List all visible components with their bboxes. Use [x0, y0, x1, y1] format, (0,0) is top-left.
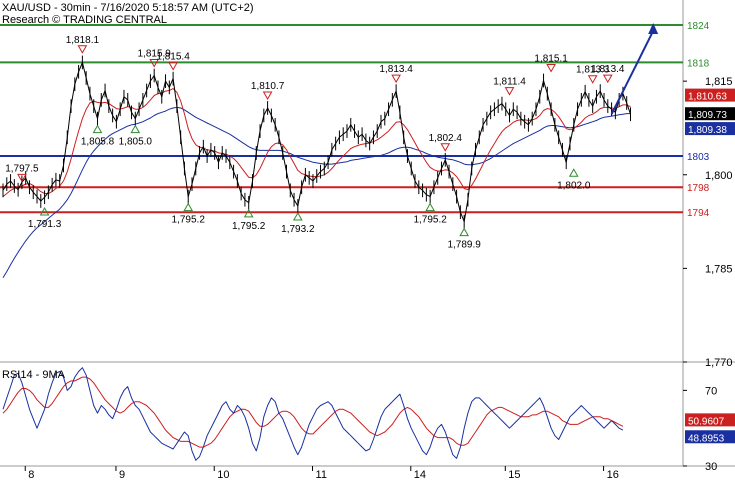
chart-credit: Research © TRADING CENTRAL — [2, 14, 167, 26]
swing-low-label: 1,805.0 — [119, 137, 153, 148]
rsi-last-value-label: 50.9607 — [688, 416, 725, 427]
swing-low-label: 1,795.2 — [413, 215, 447, 226]
trading-chart: 1824 1818 1803 1798 1794 1,797.5 1,791.3 1,818… — [0, 0, 735, 480]
rsi-label: RSI14 - 9MA — [2, 369, 66, 381]
price-last-values: 1,810.63 1,809.73 1,809.38 — [685, 88, 735, 136]
x-tick-label: 9 — [119, 469, 125, 480]
level-label-1803: 1803 — [687, 152, 710, 163]
x-tick-label: 14 — [414, 469, 426, 480]
level-label-1794: 1794 — [687, 208, 710, 219]
swing-high-label: 1,813.4 — [379, 64, 413, 75]
level-label-1824: 1824 — [687, 21, 710, 32]
swing-low-label: 1,789.9 — [447, 240, 481, 251]
swing-high-label: 1,811.4 — [493, 77, 526, 88]
swing-high-label: 1,797.5 — [5, 163, 39, 174]
price-last-value-label: 1,810.63 — [688, 92, 727, 103]
price-tick-label: 1,770 — [705, 357, 733, 369]
rsi-last-value-label: 48.8953 — [688, 433, 725, 444]
price-last-value-label: 1,809.73 — [688, 110, 727, 121]
x-tick-label: 16 — [607, 469, 619, 480]
x-tick-label: 15 — [508, 469, 520, 480]
swing-high-label: 1,815.4 — [156, 52, 190, 63]
level-label-1798: 1798 — [687, 183, 710, 194]
swing-low-label: 1,795.2 — [232, 221, 266, 232]
price-tick-label: 1,785 — [705, 263, 733, 275]
price-tick-label: 1,815 — [705, 76, 733, 88]
swing-high-label: 1,813.4 — [591, 64, 625, 75]
rsi-tick-label: 30 — [705, 461, 717, 473]
rsi-tick-label: 70 — [705, 385, 717, 397]
swing-low-label: 1,795.2 — [172, 215, 206, 226]
swing-high-label: 1,815.1 — [534, 54, 568, 65]
x-tick-label: 8 — [28, 469, 34, 480]
chart-background — [0, 0, 735, 480]
swing-low-label: 1,802.0 — [557, 180, 591, 191]
swing-high-label: 1,810.7 — [251, 81, 285, 92]
swing-high-label: 1,818.1 — [66, 35, 100, 46]
level-label-1818: 1818 — [687, 58, 710, 69]
x-tick-label: 11 — [316, 469, 327, 480]
chart-title: XAU/USD - 30min - 7/16/2020 5:18:57 AM (… — [2, 2, 254, 14]
price-tick-label: 1,800 — [705, 170, 733, 182]
swing-high-label: 1,802.4 — [429, 133, 463, 144]
swing-low-label: 1,805.8 — [81, 137, 115, 148]
x-tick-label: 10 — [217, 469, 229, 480]
swing-low-label: 1,791.3 — [28, 219, 62, 230]
price-last-value-label: 1,809.38 — [688, 125, 727, 136]
swing-low-label: 1,793.2 — [281, 224, 315, 235]
